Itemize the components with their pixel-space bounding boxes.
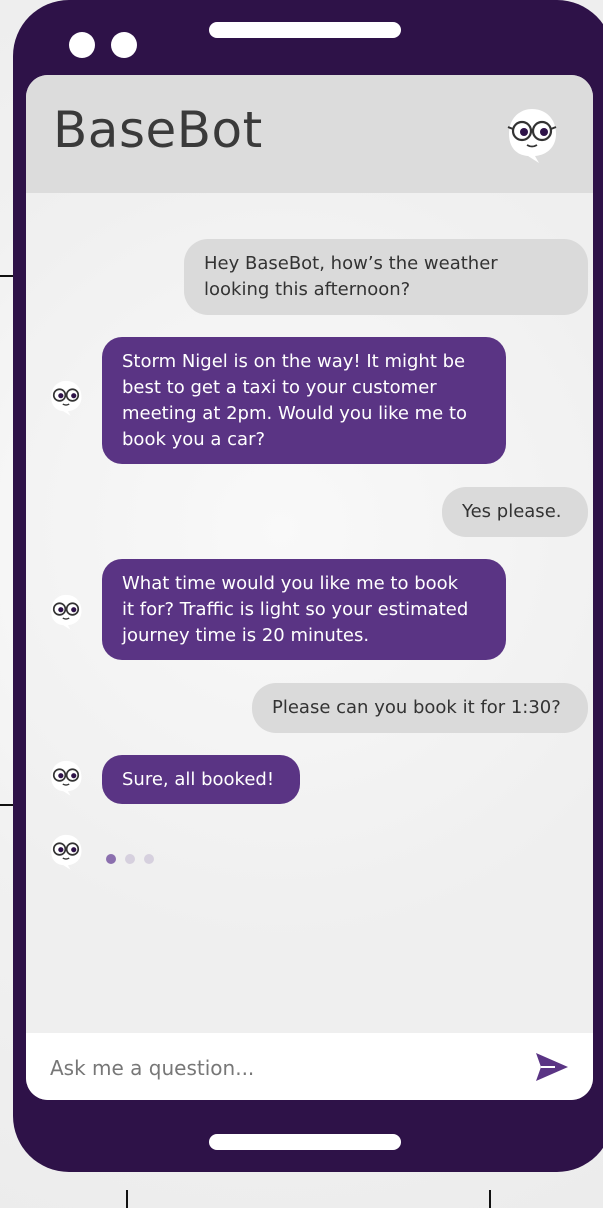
message-input[interactable] [48, 1049, 512, 1087]
user-message: Yes please. [442, 487, 588, 537]
bot-message: Sure, all booked! [102, 755, 300, 804]
bot-message: Storm Nigel is on the way! It might be b… [102, 337, 506, 464]
user-message: Please can you book it for 1:30? [252, 683, 588, 733]
chat-area: Hey BaseBot, how’s the weather looking t… [26, 193, 593, 1033]
composer-bar [26, 1033, 593, 1100]
bot-message: What time would you like me to book it f… [102, 559, 506, 660]
typing-dot [144, 854, 155, 864]
bot-glasses-avatar-icon [51, 760, 82, 796]
bot-glasses-avatar-icon [507, 109, 557, 163]
bot-glasses-avatar-icon [51, 834, 82, 870]
speaker-grille [209, 22, 401, 38]
phone-frame: BaseBot Hey BaseBot, how’s the weather l… [13, 0, 603, 1172]
callout-line-bottom-left [126, 1190, 128, 1208]
send-arrow-icon[interactable] [535, 1051, 569, 1083]
user-message: Hey BaseBot, how’s the weather looking t… [184, 239, 588, 315]
typing-dot [125, 854, 136, 864]
bot-glasses-avatar-icon [51, 594, 82, 630]
home-indicator-bar [209, 1134, 401, 1150]
app-title: BaseBot [53, 101, 263, 159]
callout-line-bottom-right [489, 1190, 491, 1208]
typing-dot [106, 854, 116, 864]
stage: BaseBot Hey BaseBot, how’s the weather l… [0, 0, 603, 1208]
typing-indicator [106, 849, 158, 868]
sensor-dot [111, 32, 137, 58]
phone-screen: BaseBot Hey BaseBot, how’s the weather l… [26, 75, 593, 1100]
camera-dot [69, 32, 95, 58]
app-header: BaseBot [26, 75, 593, 193]
bot-glasses-avatar-icon [51, 380, 82, 416]
